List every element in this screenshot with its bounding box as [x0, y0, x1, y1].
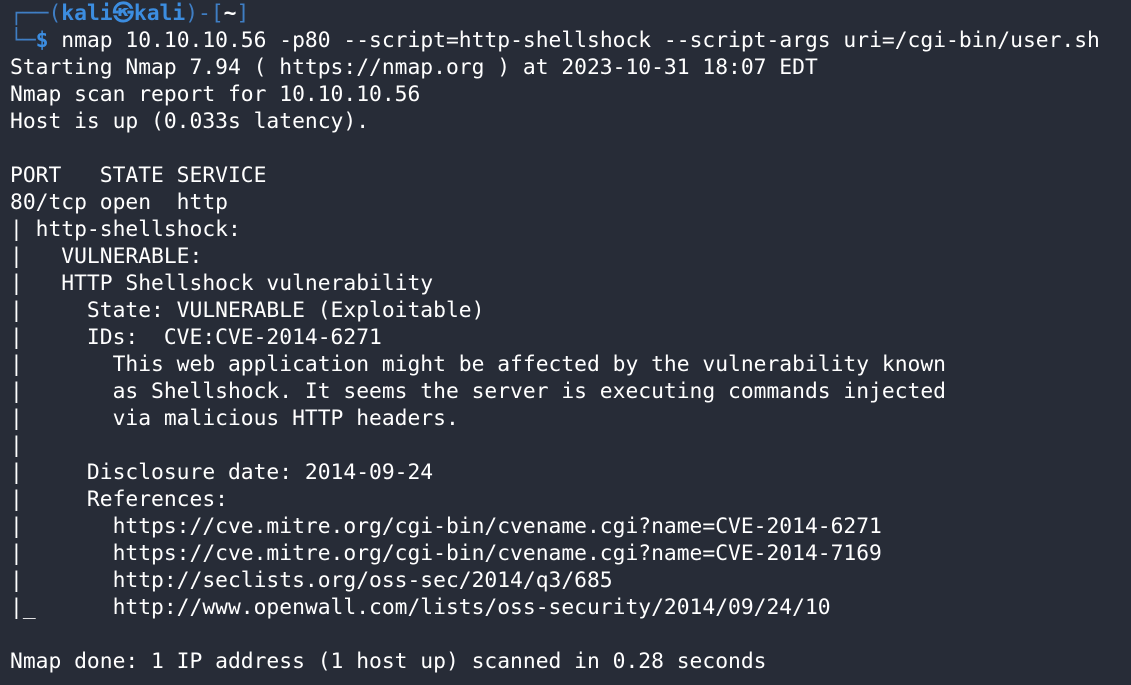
prompt-box-mid: )-[ [185, 1, 224, 26]
output-line: |_ http://www.openwall.com/lists/oss-sec… [10, 595, 831, 620]
prompt-symbol: $ [35, 28, 49, 53]
output-line: | IDs: CVE:CVE-2014-6271 [10, 325, 382, 350]
prompt-box-bottom: └─ [10, 28, 36, 53]
prompt-user: kali [61, 1, 113, 26]
output-line: | http-shellshock: [10, 217, 241, 242]
output-line: | https://cve.mitre.org/cgi-bin/cvename.… [10, 514, 882, 539]
output-line: | [10, 433, 23, 458]
output-line: 80/tcp open http [10, 190, 228, 215]
output-line: | as Shellshock. It seems the server is … [10, 379, 946, 404]
output-line: Nmap done: 1 IP address (1 host up) scan… [10, 649, 767, 674]
prompt-cwd: ~ [223, 1, 237, 26]
output-line: | This web application might be affected… [10, 352, 946, 377]
output-line: PORT STATE SERVICE [10, 163, 267, 188]
terminal-window[interactable]: ┌──(kali㉿kali)-[~] └─$ nmap 10.10.10.56 … [0, 0, 1131, 685]
output-line: | http://seclists.org/oss-sec/2014/q3/68… [10, 568, 613, 593]
output-line: | via malicious HTTP headers. [10, 406, 459, 431]
output-line: | State: VULNERABLE (Exploitable) [10, 298, 485, 323]
output-line: | https://cve.mitre.org/cgi-bin/cvename.… [10, 541, 882, 566]
output-line: Host is up (0.033s latency). [10, 109, 370, 134]
prompt-host: kali [133, 1, 186, 26]
prompt-box-open: ┌──( [10, 1, 62, 26]
command-text: nmap 10.10.10.56 -p80 --script=http-shel… [48, 28, 1100, 53]
output-line: | HTTP Shellshock vulnerability [10, 271, 434, 296]
output-line: | References: [10, 487, 228, 512]
command-line[interactable]: └─$ nmap 10.10.10.56 -p80 --script=http-… [10, 27, 1131, 54]
prompt-line: ┌──(kali㉿kali)-[~] [10, 0, 1131, 27]
output-line: Nmap scan report for 10.10.10.56 [10, 82, 421, 107]
prompt-separator-icon: ㉿ [112, 1, 134, 26]
output-line: Starting Nmap 7.94 ( https://nmap.org ) … [10, 55, 818, 80]
output-line: | Disclosure date: 2014-09-24 [10, 460, 434, 485]
output-line: | VULNERABLE: [10, 244, 203, 269]
prompt-box-close: ] [236, 1, 250, 26]
